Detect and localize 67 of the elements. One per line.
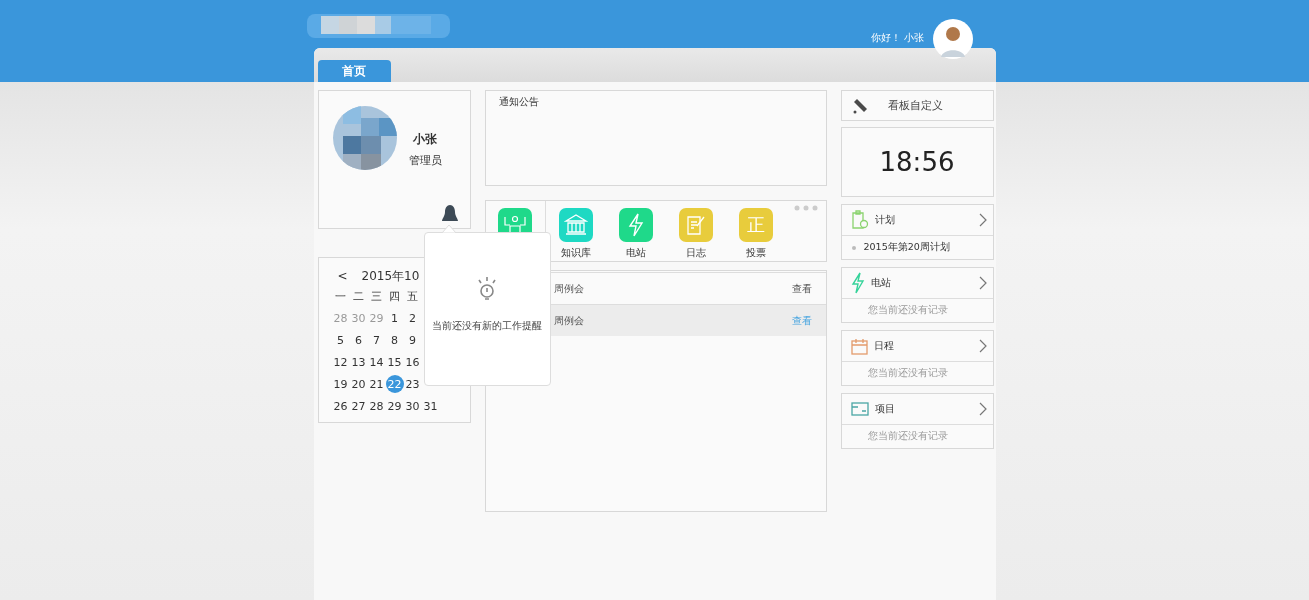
app-tile[interactable] (558, 208, 593, 242)
lightning-icon (626, 213, 645, 237)
chevron-right-icon[interactable] (978, 213, 987, 227)
calendar-day[interactable]: 31 (421, 397, 440, 415)
bell-icon[interactable] (440, 204, 459, 224)
calendar-day[interactable]: 9 (403, 331, 422, 349)
calendar-day[interactable]: 23 (403, 375, 422, 393)
calendar-day[interactable]: 28 (367, 397, 386, 415)
calendar-day[interactable]: 19 (331, 375, 350, 393)
view-link[interactable]: 查看 (791, 281, 812, 296)
calendar-day[interactable]: 14 (367, 353, 386, 371)
calendar-day[interactable]: 30 (403, 397, 422, 415)
app-tile[interactable] (618, 208, 653, 242)
calendar-day[interactable]: 29 (385, 397, 404, 415)
weekday-label: 四 (388, 288, 401, 305)
calendar-day[interactable]: 20 (349, 375, 368, 393)
widget-title: 项目 (874, 402, 896, 416)
chevron-right-icon[interactable] (978, 276, 987, 290)
greeting-text: 你好！ 小张 (871, 31, 925, 45)
card-icon (850, 402, 869, 416)
calendar-day[interactable]: 5 (331, 331, 350, 349)
calendar-day[interactable]: 13 (349, 353, 368, 371)
bullet-icon (851, 245, 856, 250)
empty-text: 您当前还没有记录 (866, 303, 949, 317)
weekday-label: 一 (334, 288, 347, 305)
calendar-day[interactable]: 26 (331, 397, 350, 415)
lightning-icon (850, 272, 865, 294)
app-label: 投票 (745, 246, 766, 260)
app-tile[interactable] (678, 208, 713, 242)
user-name: 小张 (413, 131, 437, 148)
weekday-label: 五 (406, 288, 419, 305)
building-icon (563, 214, 588, 236)
weekday-label: 二 (352, 288, 365, 305)
calendar-day[interactable]: 6 (349, 331, 368, 349)
calendar-icon (850, 337, 868, 355)
weekday-label: 三 (370, 288, 383, 305)
clipboard-icon (850, 210, 869, 230)
prev-month-button[interactable]: < (337, 269, 348, 283)
empty-text: 您当前还没有记录 (866, 429, 949, 443)
app-glyph: 正 (746, 213, 765, 237)
widget-title: 电站 (870, 276, 892, 290)
chevron-right-icon[interactable] (978, 339, 987, 353)
calendar-day[interactable]: 15 (385, 353, 404, 371)
month-title: 2015年10 (361, 267, 420, 285)
app-label: 电站 (625, 246, 646, 260)
clock-time: 18:56 (840, 127, 994, 197)
calendar-day[interactable]: 1 (385, 309, 404, 327)
notepad-icon (684, 214, 707, 236)
user-role: 管理员 (408, 153, 442, 168)
row-title: 周例会 (553, 281, 584, 296)
widget-title: 计划 (874, 213, 896, 227)
empty-text: 您当前还没有记录 (866, 366, 949, 380)
chevron-right-icon[interactable] (978, 402, 987, 416)
notice-title: 通知公告 (498, 96, 539, 107)
row-title: 周例会 (553, 313, 584, 328)
calendar-day[interactable]: 8 (385, 331, 404, 349)
calendar-day[interactable]: 2 (403, 309, 422, 327)
customize-button[interactable]: 看板自定义 (840, 90, 994, 121)
calendar-day[interactable]: 7 (367, 331, 386, 349)
plan-item[interactable]: 2015年第20周计划 (863, 241, 950, 254)
calendar-day[interactable]: 21 (367, 375, 386, 393)
calendar-day[interactable]: 16 (403, 353, 422, 371)
widget-title: 日程 (873, 339, 895, 353)
calendar-day[interactable]: 12 (331, 353, 350, 371)
app-label: 知识库 (560, 246, 591, 260)
app-label: 日志 (685, 246, 706, 260)
calendar-day[interactable]: 27 (349, 397, 368, 415)
